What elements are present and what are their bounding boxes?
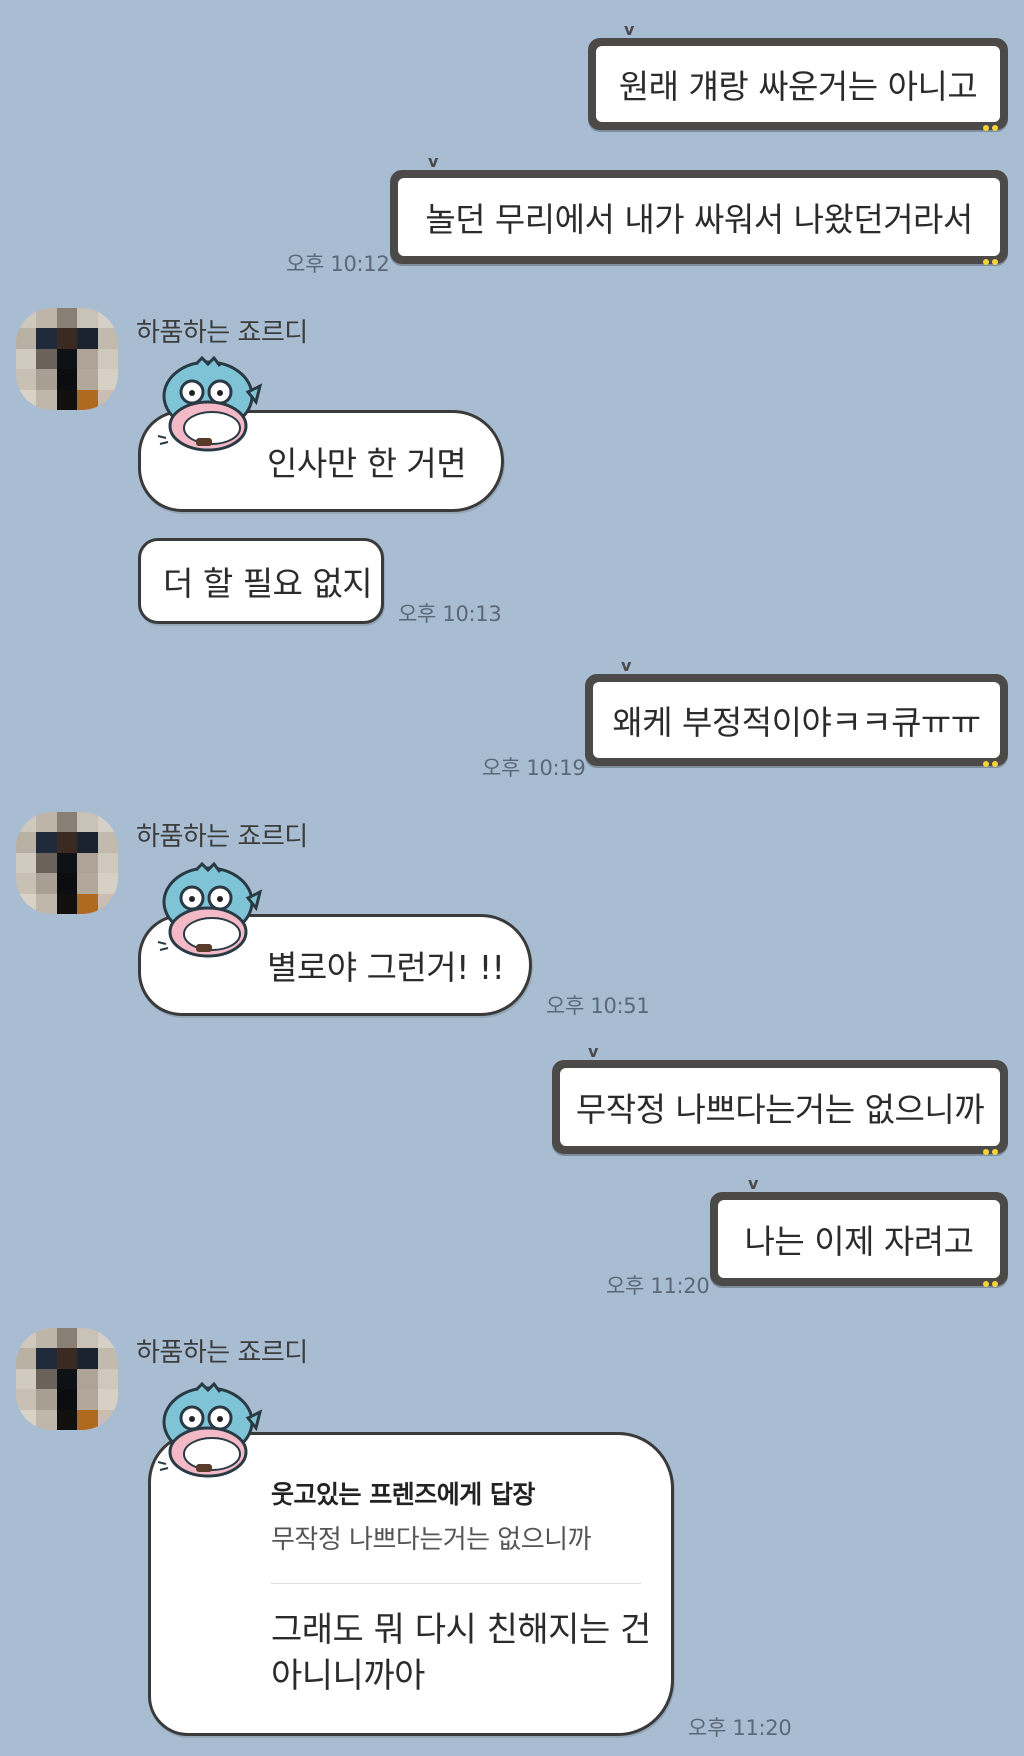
timestamp: 오후 11:20 xyxy=(606,1274,710,1298)
sender-avatar[interactable] xyxy=(16,1328,118,1430)
sender-name[interactable]: 하품하는 죠르디 xyxy=(136,1332,308,1369)
timestamp: 오후 11:20 xyxy=(688,1716,792,1740)
frame-dots-icon xyxy=(983,761,998,767)
message-text: 인사만 한 거면 xyxy=(267,444,467,483)
message-text: 원래 걔랑 싸운거는 아니고 xyxy=(596,46,1000,122)
hangyodon-fish-sticker-icon xyxy=(157,862,263,958)
frame-dots-icon xyxy=(983,125,998,131)
chat-room: 원래 걔랑 싸운거는 아니고 놀던 무리에서 내가 싸워서 나왔던거라서 오후 … xyxy=(0,0,1024,1756)
outgoing-message[interactable]: 놀던 무리에서 내가 싸워서 나왔던거라서 xyxy=(390,154,1008,265)
timestamp: 오후 10:51 xyxy=(546,994,650,1018)
timestamp: 오후 10:12 xyxy=(286,252,390,276)
hangyodon-fish-sticker-icon xyxy=(157,356,263,452)
message-text: 놀던 무리에서 내가 싸워서 나왔던거라서 xyxy=(398,178,1000,256)
sender-avatar[interactable] xyxy=(16,308,118,410)
outgoing-message[interactable]: 나는 이제 자려고 xyxy=(710,1176,1008,1287)
reply-divider xyxy=(271,1583,641,1584)
message-text: 별로야 그런거! !! xyxy=(267,948,505,987)
hangyodon-fish-sticker-icon xyxy=(157,1382,263,1478)
frame-dots-icon xyxy=(983,1149,998,1155)
message-text: 나는 이제 자려고 xyxy=(718,1200,1000,1278)
reply-body: 그래도 뭐 다시 친해지는 건 아니니까아 xyxy=(271,1607,651,1699)
sender-name[interactable]: 하품하는 죠르디 xyxy=(136,816,308,853)
timestamp: 오후 10:19 xyxy=(482,756,586,780)
outgoing-message[interactable]: 원래 걔랑 싸운거는 아니고 xyxy=(588,22,1008,131)
sender-avatar[interactable] xyxy=(16,812,118,914)
message-text: 무작정 나쁘다는거는 없으니까 xyxy=(560,1068,1000,1146)
message-text: 왜케 부정적이야ㅋㅋ큐ㅠㅠ xyxy=(593,682,1000,758)
reply-quote[interactable]: 무작정 나쁘다는거는 없으니까 xyxy=(271,1519,592,1556)
frame-dots-icon xyxy=(983,259,998,265)
message-text: 더 할 필요 없지 xyxy=(163,564,373,603)
outgoing-message[interactable]: 무작정 나쁘다는거는 없으니까 xyxy=(552,1044,1008,1155)
frame-dots-icon xyxy=(983,1281,998,1287)
incoming-message[interactable]: 더 할 필요 없지 xyxy=(138,538,384,624)
sender-name[interactable]: 하품하는 죠르디 xyxy=(136,312,308,349)
reply-title[interactable]: 웃고있는 프렌즈에게 답장 xyxy=(271,1475,535,1511)
message-text-line: 아니니까아 xyxy=(271,1656,425,1696)
message-text-line: 그래도 뭐 다시 친해지는 건 xyxy=(271,1610,651,1650)
timestamp: 오후 10:13 xyxy=(398,602,502,626)
outgoing-message[interactable]: 왜케 부정적이야ㅋㅋ큐ㅠㅠ xyxy=(585,658,1008,767)
